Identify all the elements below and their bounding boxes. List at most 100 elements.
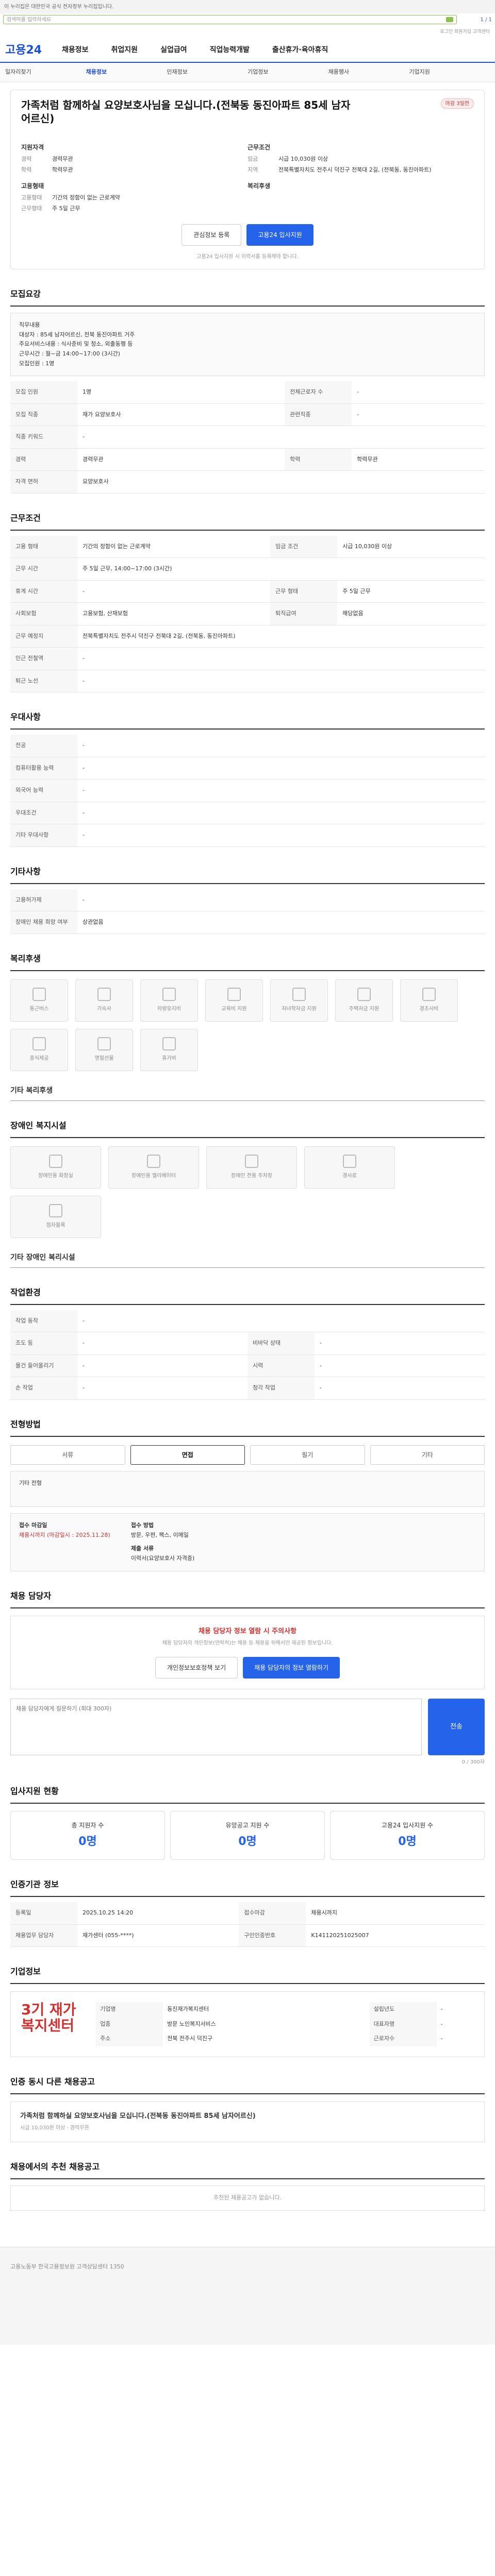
method-tag: 서류 [10,1445,125,1465]
lnb-item[interactable]: 인재정보 [167,68,248,77]
welfare-item: 경조사비 [400,979,458,1022]
method-tag: 필기 [250,1445,365,1465]
section-title: 장애인 복지시설 [10,1120,485,1138]
section-title: 채용에서의 추천 채용공고 [10,2161,485,2180]
search-row: 검색어를 입력하세요 1 / 1 [0,13,495,26]
cell-value: - [440,2006,443,2013]
job-description: 직무내용 대상자 : 85세 남자어르신, 전북 동진아파트 거주 주요서비스내… [10,313,485,377]
parking-icon [245,1155,258,1168]
cell-value: 전북특별자치도 전주시 덕진구 전북대 2길, (전북동, 동진아파트) [77,625,485,648]
welfare-icons: 통근버스 기숙사 차량유지비 교육비 지원 자녀학자금 지원 주택자금 지원 경… [10,979,485,1071]
other-job-card[interactable]: 가족처럼 함께하실 요양보호사님을 모십니다.(전북동 동진아파트 85세 남자… [10,2101,485,2143]
section-title: 전형방법 [10,1418,485,1437]
cell-key: 고용허가제 [10,889,77,912]
section-title: 인증 동시 다른 채용공고 [10,2076,485,2094]
cell-value: 1명 [77,381,285,404]
cell-value: - [77,757,485,780]
apply-doc: 이력서(요양보호사 자격증) [130,1555,195,1562]
gnb-item[interactable]: 실업급여 [160,45,187,56]
summary-value: 시급 10,030원 이상 [278,156,328,162]
cell-key: 전공 [10,735,77,757]
gnb-item[interactable]: 출산휴가·육아휴직 [272,45,328,56]
cell-key: 업종 [96,2016,163,2032]
gift-icon [97,1037,111,1051]
cell-key: 학력 [285,448,352,471]
lnb-item[interactable]: 기업정보 [248,68,328,77]
save-interest-button[interactable]: 관심정보 등록 [182,224,242,246]
car-icon [162,988,176,1002]
cell-value: 동진재가복지센터 [167,2006,209,2013]
welfare-item: 기숙사 [75,979,133,1022]
etc-table: 고용허가제 - 장애인 채용 희망 여부 상관없음 [10,889,485,934]
ramp-icon [343,1155,356,1168]
utility-menu[interactable]: 로그인 회원가입 고객센터 [0,26,495,38]
stat-box: 유망공고 지원 수 0명 [170,1811,325,1860]
site-logo[interactable]: 고용24 [5,42,62,59]
cell-value: - [77,824,485,847]
vacation-icon [162,1037,176,1051]
section-title: 기타사항 [10,866,485,884]
qa-form: 전송 [10,1699,485,1756]
lnb-item[interactable]: 일자리찾기 [5,68,86,77]
cell-value: 상관없음 [77,911,485,934]
privacy-policy-button[interactable]: 개인정보보호정책 보기 [155,1657,238,1679]
cell-key: 우대조건 [10,802,77,825]
prefer-table: 전공 - 컴퓨터활용 능력 - 외국어 능력 - 우대조건 - 기타 우대사항 - [10,735,485,847]
cell-key: 퇴근 노선 [10,670,77,693]
facility-item: 점자블록 [10,1195,101,1238]
method-tag: 면접 [130,1445,245,1465]
cell-key: 비바닥 상태 [248,1332,315,1355]
summary-key: 경력 [21,156,32,162]
lnb-item[interactable]: 기업지원 [409,68,490,77]
lnb-item[interactable]: 채용행사 [328,68,409,77]
facility-item: 장애인 전용 주차장 [206,1146,297,1189]
cell-value: - [77,1354,248,1378]
cell-key: 기타 우대사항 [10,824,77,847]
gnb-item[interactable]: 채용정보 [62,45,89,56]
search-input[interactable]: 검색어를 입력하세요 [3,15,457,24]
gnb-item[interactable]: 취업지원 [111,45,138,56]
manager-alert-title: 채용 담당자 정보 열람 시 주의사항 [198,1627,297,1635]
cell-value: 경력무관 [77,448,285,471]
cell-key: 사회보험 [10,602,77,625]
summary-value: 주 5일 근무 [52,205,80,212]
job-title: 가족처럼 함께하실 요양보호사님을 모십니다.(전북동 동진아파트 85세 남자… [21,99,351,125]
question-input[interactable] [10,1699,422,1756]
recommend-empty: 추천된 채용공고가 없습니다. [10,2185,485,2211]
cell-value: 전북 전주시 덕진구 [167,2035,213,2042]
cell-value: - [77,779,485,802]
summary-value: 기간의 정함이 없는 근로계약 [52,194,120,201]
stat-box: 총 지원자 수 0명 [10,1811,165,1860]
cell-key: 채용업무 담당자 [10,1924,77,1947]
cell-value: 주 5일 근무 [337,580,485,603]
section-title: 입사지원 현황 [10,1785,485,1804]
cell-key: 구인인증번호 [239,1924,306,1947]
cell-key: 근로자수 [369,2031,437,2046]
section-title: 채용 담당자 [10,1590,485,1608]
section-title: 복리후생 [10,953,485,971]
elevator-icon [147,1155,160,1168]
home-loan-icon [357,988,371,1002]
cell-key: 관련직종 [285,403,352,427]
cell-key: 외국어 능력 [10,779,77,802]
subsection-title: 기타 장애인 복리시설 [10,1252,485,1268]
disabled-icons: 장애인용 화장실 장애인용 엘리베이터 장애인 전용 주차장 경사로 점자블록 [10,1146,485,1238]
cell-key: 근무 시간 [10,557,77,581]
method-tags: 서류 면접 필기 기타 [10,1445,485,1465]
apply-button[interactable]: 고용24 입사지원 [246,224,314,246]
section-title: 모집요강 [10,288,485,307]
other-job-title[interactable]: 가족처럼 함께하실 요양보호사님을 모십니다.(전북동 동진아파트 85세 남자… [20,2111,256,2122]
send-button[interactable]: 전송 [428,1699,485,1756]
cell-key: 모집 인원 [10,381,77,404]
cell-key: 직종 키워드 [10,426,77,449]
cell-value: 채용시까지 [306,1902,485,1925]
gnb-item[interactable]: 직업능력개발 [210,45,250,56]
cell-value: - [315,1332,485,1355]
cell-key: 접수마감 [239,1902,306,1925]
braille-icon [49,1204,62,1218]
search-count: 1 / 1 [480,16,492,23]
lnb-item[interactable]: 채용정보 [86,68,167,77]
section-title: 인증기관 정보 [10,1878,485,1897]
view-manager-button[interactable]: 채용 담당자의 정보 열람하기 [243,1657,340,1679]
search-icon[interactable] [446,17,453,22]
